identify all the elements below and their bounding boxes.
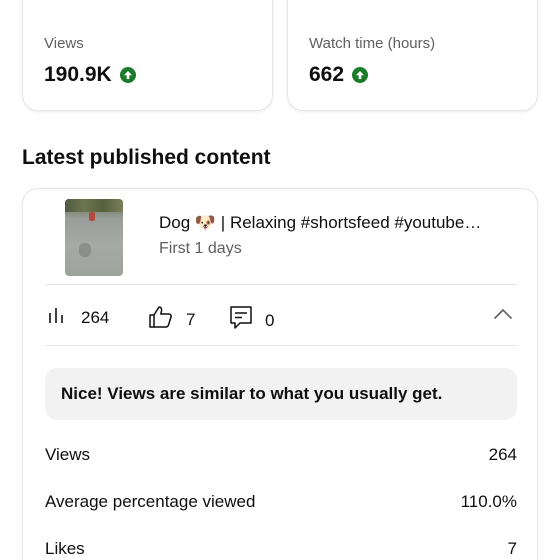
video-subtitle: First 1 days — [159, 240, 242, 257]
video-thumbnail[interactable] — [65, 199, 123, 276]
analytics-page: Views 190.9K Watch time (hours) 662 Late… — [0, 0, 560, 560]
views-stat-value: 190.9K — [44, 63, 112, 86]
views-stat-label: Views — [44, 35, 84, 52]
performance-banner-text: Nice! Views are similar to what you usua… — [61, 384, 443, 403]
trend-up-icon — [352, 67, 369, 83]
stat-row-value: 7 — [507, 539, 517, 558]
video-title[interactable]: Dog 🐶 | Relaxing #shortsfeed #youtube… — [159, 213, 527, 233]
views-count: 264 — [81, 307, 110, 327]
stat-row-label: Views — [45, 445, 91, 464]
trend-up-icon — [119, 67, 136, 83]
divider — [45, 284, 517, 285]
likes-count: 7 — [186, 309, 196, 329]
stat-row-avg-percentage: Average percentage viewed 110.0% — [45, 492, 517, 512]
likes-metric: 7 — [148, 305, 195, 334]
watch-time-stat-value: 662 — [309, 63, 345, 86]
latest-content-card: Dog 🐶 | Relaxing #shortsfeed #youtube… F… — [22, 188, 538, 560]
section-title: Latest published content — [22, 146, 271, 169]
views-metric: 264 — [47, 305, 109, 330]
stat-row-value: 264 — [488, 445, 517, 464]
stat-row-views: Views 264 — [45, 445, 517, 465]
views-stat-card[interactable]: Views 190.9K — [22, 0, 273, 111]
comments-count: 0 — [265, 310, 275, 330]
watch-time-stat-card[interactable]: Watch time (hours) 662 — [287, 0, 538, 111]
stat-row-likes: Likes 7 — [45, 539, 517, 559]
stat-row-label: Average percentage viewed — [45, 492, 256, 511]
performance-banner: Nice! Views are similar to what you usua… — [45, 368, 517, 420]
bar-chart-icon — [47, 305, 69, 330]
divider — [45, 345, 517, 346]
watch-time-stat-label: Watch time (hours) — [309, 35, 436, 52]
comment-icon — [229, 305, 253, 336]
comments-metric: 0 — [229, 305, 274, 336]
stat-row-label: Likes — [45, 539, 85, 558]
stat-row-value: 110.0% — [460, 492, 517, 511]
thumbs-up-icon — [148, 305, 174, 334]
collapse-chevron-icon[interactable] — [493, 307, 513, 326]
